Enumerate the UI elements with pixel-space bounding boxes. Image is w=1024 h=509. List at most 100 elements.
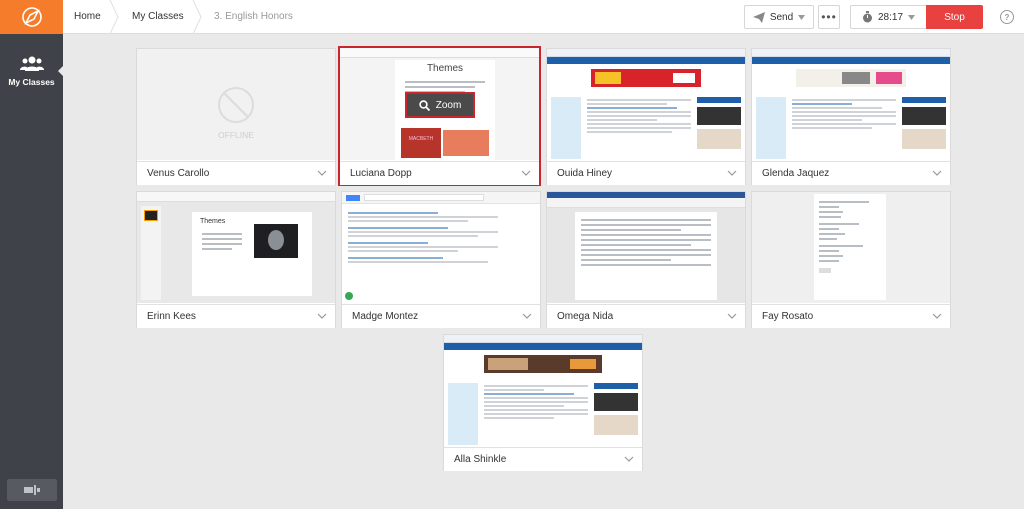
student-card[interactable]: Omega Nida <box>546 191 746 328</box>
site-nav <box>547 57 745 64</box>
exit-icon <box>24 485 40 495</box>
student-card[interactable]: Glenda Jaquez <box>751 48 951 185</box>
chevron-down-icon[interactable] <box>932 168 942 178</box>
student-card-footer: Glenda Jaquez <box>752 161 950 185</box>
student-screen-thumbnail[interactable] <box>752 49 950 160</box>
form-page <box>814 194 886 300</box>
top-header: Home My Classes 3. English Honors Send •… <box>63 0 1024 34</box>
content-sidebar <box>448 383 478 445</box>
student-name: Fay Rosato <box>762 311 814 322</box>
breadcrumb-current-class: 3. English Honors <box>214 11 293 22</box>
chevron-down-icon[interactable] <box>727 311 737 321</box>
student-screen-thumbnail[interactable] <box>752 192 950 303</box>
breadcrumb-my-classes[interactable]: My Classes <box>132 0 184 34</box>
student-name: Venus Carollo <box>147 168 210 179</box>
student-card-footer: Omega Nida <box>547 304 745 328</box>
sidebar: My Classes <box>0 0 63 509</box>
chevron-down-icon[interactable] <box>932 311 942 321</box>
timer-value: 28:17 <box>877 11 904 23</box>
chevron-down-icon <box>798 14 806 20</box>
app-toolbar <box>137 192 335 202</box>
slide: Themes <box>192 212 312 296</box>
student-screen-thumbnail[interactable] <box>342 192 540 303</box>
student-name: Luciana Dopp <box>350 168 412 179</box>
site-nav <box>444 343 642 350</box>
offline-label: OFFLINE <box>218 130 254 140</box>
search-results <box>348 210 528 300</box>
student-name: Alla Shinkle <box>454 454 507 465</box>
student-card[interactable]: Fay Rosato <box>751 191 951 328</box>
offline-icon <box>218 87 254 123</box>
student-card-footer: Alla Shinkle <box>444 447 642 471</box>
student-screen-thumbnail[interactable]: Themes MACBETH Zoom <box>340 48 539 160</box>
page-right-column <box>902 97 946 157</box>
page-text <box>484 383 588 443</box>
student-name: Erinn Kees <box>147 311 196 322</box>
logout-button[interactable] <box>7 479 57 501</box>
slide-title: Themes <box>200 218 226 225</box>
app-icon <box>345 292 353 300</box>
student-card-footer: Fay Rosato <box>752 304 950 328</box>
content-sidebar <box>756 97 786 159</box>
browser-bar <box>752 49 950 57</box>
page-right-column <box>594 383 638 443</box>
page-text <box>792 97 896 157</box>
student-screen-thumbnail[interactable]: Themes <box>137 192 335 303</box>
more-label: ••• <box>821 10 837 24</box>
chevron-down-icon[interactable] <box>317 311 327 321</box>
student-screen-thumbnail[interactable]: OFFLINE <box>137 49 335 160</box>
student-name: Glenda Jaquez <box>762 168 830 179</box>
content-sidebar <box>551 97 581 159</box>
student-screen-thumbnail[interactable] <box>444 335 642 446</box>
breadcrumb-home[interactable]: Home <box>74 0 101 34</box>
compass-logo-icon <box>21 7 42 27</box>
slide-image <box>254 224 298 258</box>
word-ribbon <box>547 198 745 208</box>
stop-button[interactable]: Stop <box>926 5 983 29</box>
more-options-button[interactable]: ••• <box>818 5 840 29</box>
chevron-down-icon[interactable] <box>317 168 327 178</box>
stop-label: Stop <box>944 11 965 23</box>
student-card[interactable]: Themes Erinn Kees <box>136 191 336 328</box>
browser-bar <box>444 335 642 343</box>
chevron-down-icon[interactable] <box>727 168 737 178</box>
student-card-footer: Luciana Dopp <box>340 161 539 185</box>
student-name: Ouida Hiney <box>557 168 613 179</box>
site-banner <box>591 69 701 87</box>
student-card[interactable]: Madge Montez <box>341 191 541 328</box>
student-screen-thumbnail[interactable] <box>547 192 745 303</box>
chevron-down-icon[interactable] <box>624 454 634 464</box>
zoom-label: Zoom <box>435 99 462 111</box>
active-indicator <box>58 66 63 76</box>
student-name: Madge Montez <box>352 311 419 322</box>
chevron-down-icon[interactable] <box>521 168 531 178</box>
student-screen-thumbnail[interactable] <box>547 49 745 160</box>
site-banner <box>484 355 602 373</box>
sidebar-item-my-classes[interactable]: My Classes <box>0 55 63 105</box>
search-bar <box>342 192 540 204</box>
doc-image <box>443 130 489 156</box>
site-banner <box>796 69 906 87</box>
student-card[interactable]: Alla Shinkle <box>443 334 643 471</box>
doc-image-caption: MACBETH <box>408 136 434 142</box>
breadcrumb-separator-icon <box>109 0 119 34</box>
chevron-down-icon[interactable] <box>522 311 532 321</box>
magnifier-icon <box>419 99 430 111</box>
slide-panel <box>141 206 161 300</box>
help-icon[interactable]: ? <box>1000 10 1014 24</box>
chevron-down-icon <box>908 14 916 20</box>
student-card-selected[interactable]: Themes MACBETH Zoom Luciana Dopp <box>338 46 541 186</box>
page-text <box>587 97 691 157</box>
zoom-button[interactable]: Zoom <box>405 92 475 118</box>
send-button[interactable]: Send <box>744 5 814 29</box>
app-logo[interactable] <box>0 0 63 34</box>
student-card[interactable]: OFFLINE Venus Carollo <box>136 48 336 185</box>
send-label: Send <box>769 11 794 23</box>
student-card[interactable]: Ouida Hiney <box>546 48 746 185</box>
sidebar-item-label: My Classes <box>8 77 55 87</box>
student-card-footer: Madge Montez <box>342 304 540 328</box>
session-timer[interactable]: 28:17 <box>850 5 926 29</box>
student-card-footer: Erinn Kees <box>137 304 335 328</box>
doc-image: MACBETH <box>401 128 441 158</box>
doc-toolbar <box>340 48 539 58</box>
